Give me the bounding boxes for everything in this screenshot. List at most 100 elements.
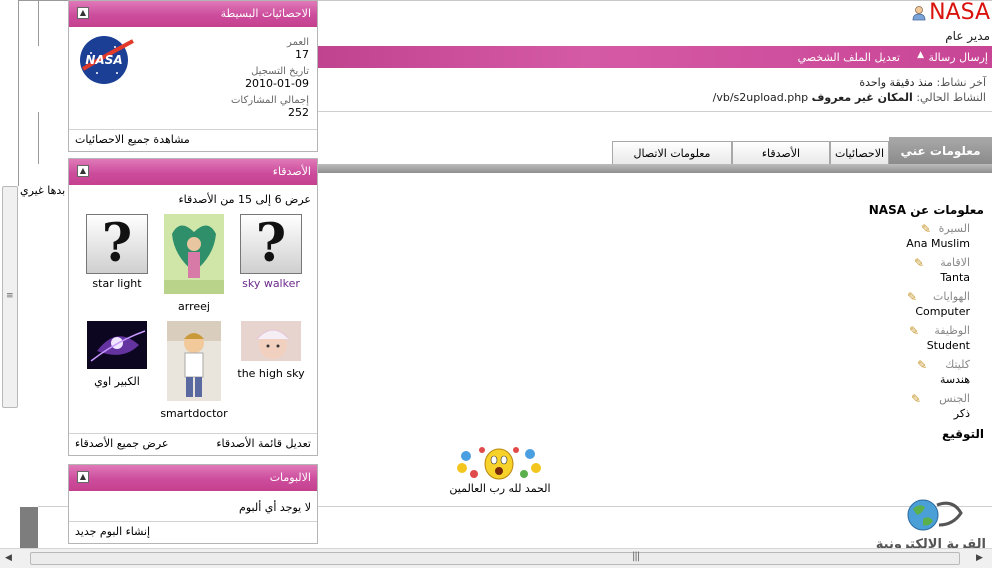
edit-pencil-icon[interactable]: ✎ xyxy=(907,290,917,304)
profile-action-bar: إرسال رسالة ▲ تعديل الملف الشخصي xyxy=(318,46,992,68)
no-albums-text: لا يوجد أي ألبوم xyxy=(239,501,311,514)
friend-item[interactable]: smartdoctor xyxy=(156,321,232,420)
frame-line-top xyxy=(318,0,992,1)
join-date-label: تاريخ التسجيل xyxy=(251,66,309,77)
signature-heading: التوقيع xyxy=(942,427,984,441)
block-header: الالبومات ▲ xyxy=(69,465,317,491)
horizontal-scrollbar-thumb[interactable] xyxy=(30,552,960,565)
frame-line-inner xyxy=(38,0,39,46)
simple-stats-block: الاحصائيات البسيطة ▲ NASA العمر 17 تاريخ … xyxy=(68,0,318,152)
friend-item[interactable]: ? star light xyxy=(79,214,155,290)
tab-about-me[interactable]: معلومات عني xyxy=(889,137,992,165)
dropdown-arrows-icon[interactable]: ▲ xyxy=(917,50,924,60)
field-label: الجنس xyxy=(939,392,970,405)
friend-name[interactable]: the high sky xyxy=(233,367,309,380)
friend-item[interactable]: arreej xyxy=(156,214,232,313)
edit-pencil-icon[interactable]: ✎ xyxy=(917,358,927,372)
vertical-scrollbar-thumb[interactable]: ≡ xyxy=(2,186,18,408)
scroll-grip-icon: ||| xyxy=(632,551,640,562)
user-title: مدير عام xyxy=(945,29,990,43)
view-all-stats-link[interactable]: مشاهدة جميع الاحصائيات xyxy=(75,130,190,150)
edit-pencil-icon[interactable]: ✎ xyxy=(911,392,921,406)
block-footer: تعديل قائمة الأصدقاء عرض جميع الأصدقاء xyxy=(69,433,317,455)
friend-name[interactable]: arreej xyxy=(156,300,232,313)
field-label: الهوايات xyxy=(933,290,970,303)
friend-photo[interactable] xyxy=(167,321,221,401)
collapse-icon[interactable]: ▲ xyxy=(77,165,89,177)
footer-dark-strip xyxy=(20,507,38,548)
friend-name[interactable]: sky walker xyxy=(233,277,309,290)
friend-item[interactable]: الكبير اوي xyxy=(79,321,155,388)
field-value: هندسة xyxy=(939,373,970,386)
friends-block: الأصدقاء ▲ عرض 6 إلى 15 من الأصدقاء ? sk… xyxy=(68,158,318,456)
current-activity-label: النشاط الحالي: xyxy=(916,91,986,104)
block-footer: إنشاء البوم جديد xyxy=(69,521,317,543)
edit-profile-link[interactable]: تعديل الملف الشخصي xyxy=(798,51,900,64)
truncated-text: بدها غيري xyxy=(20,184,66,197)
profile-username: NASA xyxy=(929,0,990,25)
friend-photo[interactable] xyxy=(87,321,147,369)
edit-pencil-icon[interactable]: ✎ xyxy=(909,324,919,338)
scroll-right-arrow-icon[interactable]: ▶ xyxy=(976,553,983,563)
about-me-section: معلومات عن NASA ✎ السيرة Ana Muslim ✎ ال… xyxy=(784,203,984,426)
frame-line-mid xyxy=(318,111,992,112)
horizontal-scrollbar[interactable]: ◀ ||| ▶ xyxy=(0,548,992,568)
age-value: 17 xyxy=(295,48,309,61)
frame-line-inner xyxy=(38,112,39,164)
friend-item[interactable]: the high sky xyxy=(233,321,309,380)
activity-info: آخر نشاط: منذ دقيقة واحدة النشاط الحالي:… xyxy=(713,75,986,105)
posts-label: إجمالي المشاركات xyxy=(231,95,309,106)
about-field-location: ✎ الاقامة Tanta xyxy=(784,256,984,290)
frame-line-top xyxy=(18,0,68,1)
join-date-value: 2010-01-09 xyxy=(245,77,309,90)
block-title: الأصدقاء xyxy=(272,165,311,178)
friend-photo[interactable] xyxy=(164,214,224,294)
about-field-gender: ✎ الجنس ذكر xyxy=(784,392,984,426)
field-label: السيرة xyxy=(938,222,970,235)
send-message-link[interactable]: إرسال رسالة xyxy=(928,51,988,64)
about-field-college: ✎ كليتك هندسة xyxy=(784,358,984,392)
friend-name[interactable]: smartdoctor xyxy=(156,407,232,420)
frame-line-left xyxy=(18,0,19,186)
about-field-bio: ✎ السيرة Ana Muslim xyxy=(784,222,984,256)
block-footer: مشاهدة جميع الاحصائيات xyxy=(69,129,317,151)
field-label: الوظيفة xyxy=(934,324,970,337)
scroll-left-arrow-icon[interactable]: ◀ xyxy=(5,553,12,563)
placeholder-avatar-icon[interactable]: ? xyxy=(86,214,148,274)
posts-value: 252 xyxy=(288,106,309,119)
scroll-grip-icon: ≡ xyxy=(6,291,14,301)
tab-statistics[interactable]: الاحصائيات xyxy=(830,141,889,165)
block-header: الأصدقاء ▲ xyxy=(69,159,317,185)
nasa-avatar[interactable]: NASA xyxy=(77,33,135,85)
edit-pencil-icon[interactable]: ✎ xyxy=(914,256,924,270)
friend-name[interactable]: star light xyxy=(79,277,155,290)
collapse-icon[interactable]: ▲ xyxy=(77,471,89,483)
view-all-friends-link[interactable]: عرض جميع الأصدقاء xyxy=(75,434,168,454)
create-album-link[interactable]: إنشاء البوم جديد xyxy=(75,522,150,542)
block-header: الاحصائيات البسيطة ▲ xyxy=(69,1,317,27)
site-logo-globe xyxy=(907,499,963,531)
edit-friends-list-link[interactable]: تعديل قائمة الأصدقاء xyxy=(216,434,311,454)
field-label: كليتك xyxy=(945,358,970,371)
placeholder-avatar-icon[interactable]: ? xyxy=(240,214,302,274)
field-value: ذكر xyxy=(953,407,970,420)
friend-name[interactable]: الكبير اوي xyxy=(79,375,155,388)
signature-text: الحمد لله رب العالمين xyxy=(449,482,551,495)
current-activity-value: المكان غير معروف xyxy=(811,91,913,104)
tab-underline-bar xyxy=(318,164,992,173)
signature-image xyxy=(457,447,541,480)
collapse-icon[interactable]: ▲ xyxy=(77,7,89,19)
tab-contact-info[interactable]: معلومات الاتصال xyxy=(612,141,732,165)
friend-item[interactable]: ? sky walker xyxy=(233,214,309,290)
friends-range: عرض 6 إلى 15 من الأصدقاء xyxy=(178,193,311,206)
about-field-hobbies: ✎ الهوايات Computer xyxy=(784,290,984,324)
user-online-icon xyxy=(912,6,926,21)
friend-photo[interactable] xyxy=(241,321,301,361)
block-title: الاحصائيات البسيطة xyxy=(220,7,311,20)
edit-pencil-icon[interactable]: ✎ xyxy=(921,222,931,236)
current-activity-path[interactable]: vb/s2upload.php/ xyxy=(713,91,809,104)
age-label: العمر xyxy=(287,37,309,48)
albums-block: الالبومات ▲ لا يوجد أي ألبوم إنشاء البوم… xyxy=(68,464,318,544)
field-value: Tanta xyxy=(940,271,970,284)
tab-friends[interactable]: الأصدقاء xyxy=(732,141,830,165)
